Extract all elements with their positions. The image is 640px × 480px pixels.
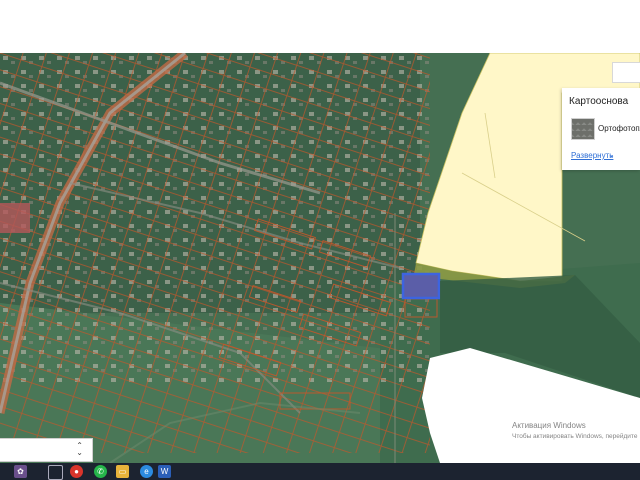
map-view[interactable]: Картооснова Ортофотопл Развернуть ⌄ bbox=[0, 53, 640, 463]
watermark-subtitle: Чтобы активировать Windows, перейдите bbox=[512, 433, 638, 440]
orthophoto-thumbnail[interactable] bbox=[571, 118, 595, 140]
top-blank-area bbox=[0, 0, 640, 53]
chevron-down-icon[interactable]: ⌄ bbox=[608, 150, 615, 159]
taskbar: ✿ ● ✆ ▭ e W bbox=[0, 463, 640, 480]
up-down-arrows-icon[interactable]: ⌃ ⌄ bbox=[76, 442, 83, 457]
selected-parcel[interactable] bbox=[401, 272, 441, 300]
scale-select[interactable]: ⌃ ⌄ bbox=[0, 438, 93, 462]
map-control-box[interactable] bbox=[612, 62, 640, 83]
file-explorer-icon[interactable]: ▭ bbox=[116, 465, 129, 478]
flower-wallpaper-icon[interactable]: ✿ bbox=[14, 465, 27, 478]
chrome-icon[interactable]: ● bbox=[70, 465, 83, 478]
windows-activation-watermark: Активация Windows Чтобы активировать Win… bbox=[512, 420, 637, 442]
basemap-layer-name[interactable]: Ортофотопл bbox=[598, 124, 640, 133]
edge-icon[interactable]: e bbox=[140, 465, 153, 478]
basemap-title: Картооснова bbox=[569, 96, 629, 107]
orthophoto-map[interactable] bbox=[0, 53, 640, 463]
whatsapp-icon[interactable]: ✆ bbox=[94, 465, 107, 478]
basemap-panel: Картооснова Ортофотопл Развернуть ⌄ bbox=[562, 88, 640, 170]
task-view-icon[interactable] bbox=[48, 465, 63, 480]
watermark-title: Активация Windows bbox=[512, 421, 586, 430]
word-icon[interactable]: W bbox=[158, 465, 171, 478]
